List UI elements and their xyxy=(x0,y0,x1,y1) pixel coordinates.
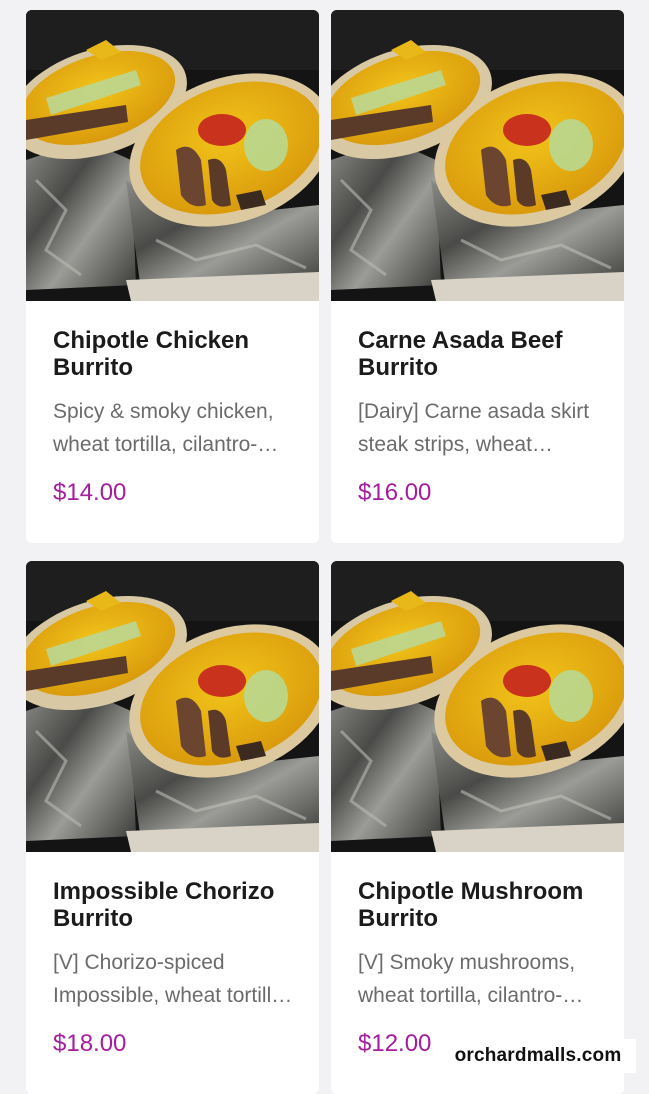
burrito-photo xyxy=(26,561,319,852)
menu-item-title: Chipotle Chicken Burrito xyxy=(53,327,250,381)
menu-item-title: Chipotle Mushroom Burrito xyxy=(358,878,584,932)
menu-item-info: Chipotle Chicken Burrito Spicy & smoky c… xyxy=(26,301,319,507)
burrito-photo xyxy=(331,561,624,852)
menu-item-card[interactable]: Chipotle Chicken Burrito Spicy & smoky c… xyxy=(26,10,319,543)
menu-item-card[interactable]: Carne Asada Beef Burrito [Dairy] Carne a… xyxy=(331,10,624,543)
menu-item-card[interactable]: Chipotle Mushroom Burrito [V] Smoky mush… xyxy=(331,561,624,1094)
menu-item-title: Impossible Chorizo Burrito xyxy=(53,878,275,932)
menu-item-info: Impossible Chorizo Burrito [V] Chorizo-s… xyxy=(26,852,319,1058)
menu-item-price: $16.00 xyxy=(358,479,432,506)
menu-item-card[interactable]: Impossible Chorizo Burrito [V] Chorizo-s… xyxy=(26,561,319,1094)
menu-item-description: [Dairy] Carne asada skirt steak strips, … xyxy=(358,400,590,456)
menu-grid: Chipotle Chicken Burrito Spicy & smoky c… xyxy=(26,10,624,1094)
menu-item-description: [V] Chorizo-spiced Impossible, wheat tor… xyxy=(53,951,289,1007)
burrito-photo xyxy=(26,10,319,301)
menu-item-description: Spicy & smoky chicken, wheat tortilla, c… xyxy=(53,400,274,456)
menu-item-price: $14.00 xyxy=(53,479,127,506)
menu-item-info: Chipotle Mushroom Burrito [V] Smoky mush… xyxy=(331,852,624,1058)
menu-item-info: Carne Asada Beef Burrito [Dairy] Carne a… xyxy=(331,301,624,507)
menu-item-title: Carne Asada Beef Burrito xyxy=(358,327,563,381)
menu-item-description: [V] Smoky mushrooms, wheat tortilla, cil… xyxy=(358,951,576,1007)
menu-item-price: $18.00 xyxy=(53,1030,127,1057)
watermark: orchardmalls.com xyxy=(440,1039,636,1073)
burrito-photo xyxy=(331,10,624,301)
